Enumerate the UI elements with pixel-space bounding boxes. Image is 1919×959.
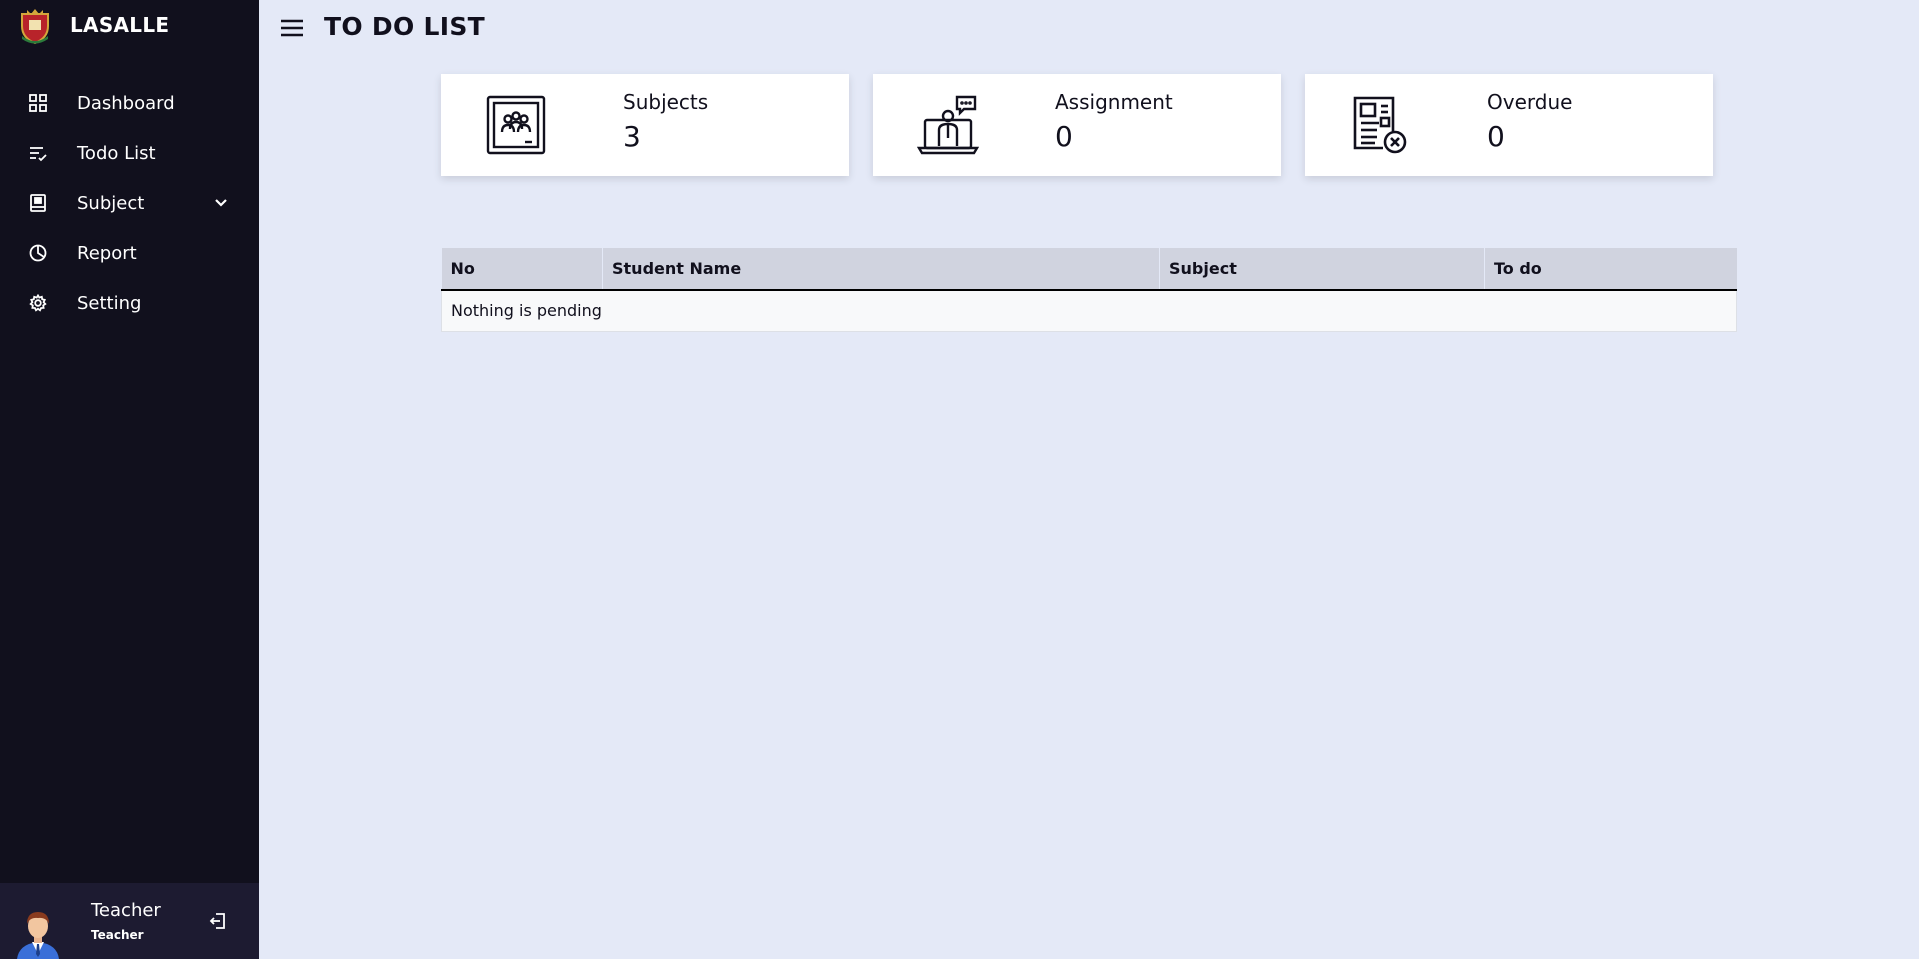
chevron-down-icon[interactable] [213,195,229,211]
lasalle-crest-logo [21,9,49,44]
menu-icon[interactable] [279,16,305,40]
top-bar: TO DO LIST [259,0,1919,56]
sidebar: LASALLE Dashboard Todo List Subject Repo… [0,0,259,959]
brand-name: LASALLE [70,13,170,37]
column-header-subject[interactable]: Subject [1159,248,1485,291]
column-header-no[interactable]: No [441,248,603,291]
profile-name: Teacher [91,900,161,921]
card-value: 3 [623,120,641,153]
sidebar-item-label: Dashboard [77,92,175,114]
todo-table: No Student Name Subject To do Nothing is… [441,248,1737,332]
classroom-board-icon [486,95,546,155]
overdue-card[interactable]: Overdue 0 [1305,74,1713,176]
book-icon [28,193,48,213]
sidebar-item-subject[interactable]: Subject [0,178,259,228]
list-check-icon [28,143,48,163]
table-row: Nothing is pending [441,289,1737,332]
sidebar-item-dashboard[interactable]: Dashboard [0,78,259,128]
sidebar-item-label: Todo List [77,142,156,164]
table-header-row: No Student Name Subject To do [441,248,1737,291]
subjects-card[interactable]: Subjects 3 [441,74,849,176]
column-header-to-do[interactable]: To do [1484,248,1737,291]
sidebar-nav: Dashboard Todo List Subject Report Setti… [0,78,259,328]
card-value: 0 [1055,120,1073,153]
card-label: Assignment [1055,90,1173,114]
grid-icon [28,93,48,113]
card-label: Subjects [623,90,709,114]
empty-table-message: Nothing is pending [441,289,1737,332]
sidebar-item-label: Subject [77,192,145,214]
sidebar-item-label: Report [77,242,137,264]
pie-chart-icon [28,243,48,263]
sidebar-item-todo-list[interactable]: Todo List [0,128,259,178]
profile-role: Teacher [91,928,144,942]
assignment-card[interactable]: Assignment 0 [873,74,1281,176]
column-header-student-name[interactable]: Student Name [602,248,1160,291]
online-teacher-icon [917,95,979,155]
gear-icon [28,293,48,313]
sidebar-item-setting[interactable]: Setting [0,278,259,328]
card-value: 0 [1487,120,1505,153]
document-overdue-icon [1353,96,1407,154]
logout-icon[interactable] [208,910,230,932]
sidebar-item-label: Setting [77,292,142,314]
avatar[interactable] [13,902,63,959]
profile-section: Teacher Teacher [0,883,259,959]
card-label: Overdue [1487,90,1573,114]
page-title: TO DO LIST [324,12,486,41]
sidebar-item-report[interactable]: Report [0,228,259,278]
brand[interactable]: LASALLE [18,6,169,44]
